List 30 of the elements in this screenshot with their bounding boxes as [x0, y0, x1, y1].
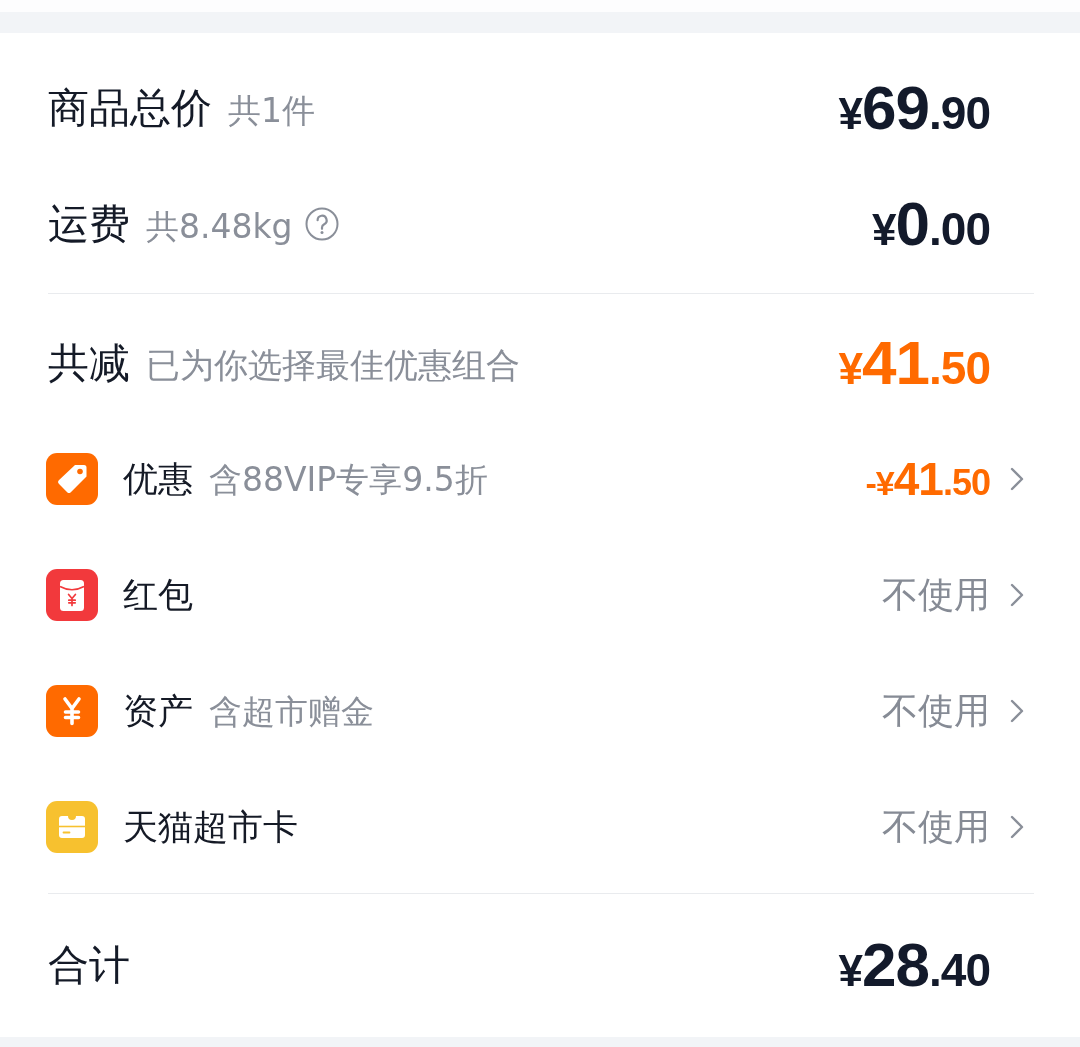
- price-amount: ¥0.00: [872, 193, 990, 255]
- benefit-value: 不使用: [882, 688, 990, 733]
- price-amount: ¥28.40: [838, 934, 990, 996]
- benefit-label: 优惠: [123, 457, 193, 501]
- benefit-label: 资产: [123, 689, 193, 733]
- price-amount: ¥41.50: [838, 332, 990, 394]
- row-label: 共减: [48, 337, 130, 389]
- row-label: 运费: [48, 198, 130, 250]
- benefit-value: 不使用: [882, 572, 990, 617]
- benefit-note: 含超市赠金: [209, 690, 374, 733]
- chevron-right-icon[interactable]: [1010, 467, 1024, 491]
- yen-icon: [46, 685, 98, 737]
- row-note: 共1件: [228, 89, 315, 132]
- price-amount: -¥41.50: [865, 456, 990, 502]
- envelope-icon: [46, 569, 98, 621]
- chevron-right-icon[interactable]: [1010, 583, 1024, 607]
- benefit-note: 含88VIP专享9.5折: [209, 458, 488, 501]
- tag-icon: [46, 453, 98, 505]
- benefit-label: 红包: [123, 573, 193, 617]
- benefit-label: 天猫超市卡: [123, 805, 298, 849]
- price-amount: ¥69.90: [838, 77, 990, 139]
- row-note: 已为你选择最佳优惠组合: [146, 343, 520, 387]
- row-label: 商品总价: [48, 82, 212, 134]
- total-label: 合计: [48, 939, 130, 991]
- chevron-right-icon[interactable]: [1010, 699, 1024, 723]
- benefit-value: 不使用: [882, 804, 990, 849]
- row-note: 共8.48kg: [146, 205, 293, 248]
- chevron-right-icon[interactable]: [1010, 815, 1024, 839]
- card-icon: [46, 801, 98, 853]
- help-icon[interactable]: [304, 207, 339, 241]
